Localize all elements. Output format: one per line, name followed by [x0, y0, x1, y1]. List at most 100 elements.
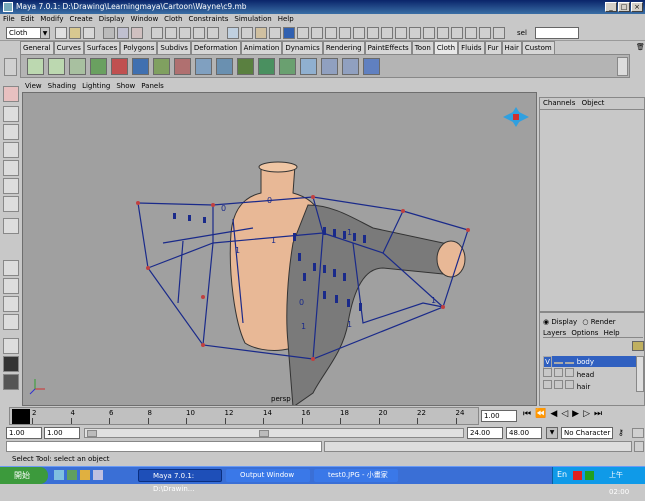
- key-icon[interactable]: ⚷: [618, 428, 630, 438]
- start-local-icon[interactable]: [258, 58, 275, 75]
- layout-custom-icon[interactable]: [3, 374, 19, 390]
- shelf-tab-dynamics[interactable]: Dynamics: [282, 41, 323, 54]
- layer-color-icon[interactable]: [565, 368, 575, 377]
- display-radio-icon[interactable]: ◉: [543, 318, 549, 326]
- input-ops-icon[interactable]: [283, 27, 295, 39]
- collision-icon[interactable]: [132, 58, 149, 75]
- shelf-tab-animation[interactable]: Animation: [240, 41, 283, 54]
- step-back-icon[interactable]: ◀: [550, 409, 561, 419]
- layer-color-icon[interactable]: [565, 380, 575, 389]
- lasso-tool-icon[interactable]: [3, 106, 19, 122]
- layer-type-toggle[interactable]: [554, 368, 564, 377]
- layers-menu[interactable]: Layers: [543, 329, 566, 337]
- shelf-tab-hair[interactable]: Hair: [501, 41, 522, 54]
- tool-icon-12[interactable]: [465, 27, 477, 39]
- menu-display[interactable]: Display: [96, 14, 128, 25]
- layer-row-body[interactable]: V body: [543, 356, 637, 369]
- menu-cloth[interactable]: Cloth: [161, 14, 185, 25]
- panel-menu-shading[interactable]: Shading: [45, 81, 79, 92]
- shelf-tab-curves[interactable]: Curves: [53, 41, 84, 54]
- layer-row-hair[interactable]: hair: [543, 380, 637, 391]
- tool-icon-2[interactable]: [325, 27, 337, 39]
- tool-icon-11[interactable]: [451, 27, 463, 39]
- shelf-tab-general[interactable]: General: [20, 41, 54, 54]
- last-tool-icon[interactable]: [3, 218, 19, 234]
- menu-help[interactable]: Help: [275, 14, 297, 25]
- language-icon[interactable]: En: [557, 470, 567, 479]
- menu-constraints[interactable]: Constraints: [185, 14, 231, 25]
- folder-icon[interactable]: [80, 470, 90, 480]
- channel-box-toggle-icon[interactable]: [617, 27, 629, 39]
- options-menu[interactable]: Options: [568, 329, 598, 337]
- rotate-tool-icon[interactable]: [3, 160, 19, 176]
- delete-cloth-icon[interactable]: [111, 58, 128, 75]
- time-slider-track[interactable]: 2 4 6 8 10 12 14 16 18 20 22 24: [9, 407, 479, 425]
- minimize-button[interactable]: _: [605, 2, 617, 12]
- object-menu[interactable]: Object: [578, 99, 605, 107]
- truncate-cache-icon[interactable]: [342, 58, 359, 75]
- tool-icon[interactable]: [311, 27, 323, 39]
- shelf-scrollbar[interactable]: [617, 57, 628, 76]
- anim-prefs-icon[interactable]: [632, 428, 644, 438]
- desktop-icon[interactable]: [67, 470, 77, 480]
- panel-menu-view[interactable]: View: [22, 81, 45, 92]
- channels-menu[interactable]: Channels: [543, 99, 575, 107]
- tool-icon-3[interactable]: [339, 27, 351, 39]
- shelf-tab-deformation[interactable]: Deformation: [190, 41, 241, 54]
- layout-four-icon[interactable]: [3, 278, 19, 294]
- shelf-tab-toon[interactable]: Toon: [411, 41, 434, 54]
- tool-icon-5[interactable]: [367, 27, 379, 39]
- tool-icon-14[interactable]: [493, 27, 505, 39]
- trash-icon[interactable]: 🗑: [634, 41, 645, 53]
- character-set-dropdown[interactable]: No Character Set: [561, 427, 613, 448]
- snap-point-icon[interactable]: [179, 27, 191, 39]
- menu-create[interactable]: Create: [66, 14, 95, 25]
- network-icon[interactable]: [585, 471, 594, 480]
- layer-type-toggle[interactable]: [554, 380, 564, 389]
- antivirus-icon[interactable]: [573, 471, 582, 480]
- field-icon[interactable]: [174, 58, 191, 75]
- select-object-icon[interactable]: [117, 27, 129, 39]
- snap-grid-icon[interactable]: [151, 27, 163, 39]
- time-slider[interactable]: 2 4 6 8 10 12 14 16 18 20 22 24 1.00 ⏮⏪◀◁▶▷⏭: [0, 406, 645, 426]
- go-to-end-icon[interactable]: ⏭: [594, 409, 606, 419]
- task-paint[interactable]: test0.JPG - 小畫家: [314, 469, 398, 482]
- history-icon[interactable]: [227, 27, 239, 39]
- layer-color-icon[interactable]: [565, 362, 575, 364]
- attribute-editor-toggle-icon[interactable]: [631, 27, 643, 39]
- ipr-render-icon[interactable]: [255, 27, 267, 39]
- range-handle-end[interactable]: [259, 430, 269, 437]
- close-button[interactable]: ×: [631, 2, 643, 12]
- ie-icon[interactable]: [54, 470, 64, 480]
- create-garment-icon[interactable]: [48, 58, 65, 75]
- make-live-icon[interactable]: [207, 27, 219, 39]
- scale-tool-icon[interactable]: [3, 178, 19, 194]
- new-scene-icon[interactable]: [55, 27, 67, 39]
- menu-simulation[interactable]: Simulation: [231, 14, 274, 25]
- render-globals-icon[interactable]: [269, 27, 281, 39]
- shelf-tab-cloth[interactable]: Cloth: [433, 41, 459, 54]
- layout-two-icon[interactable]: [3, 296, 19, 312]
- go-to-start-icon[interactable]: ⏮: [523, 409, 535, 419]
- mesh-constraint-icon[interactable]: [216, 58, 233, 75]
- quick-select-field[interactable]: [535, 27, 579, 39]
- playback-start-field[interactable]: 1.00: [44, 427, 80, 439]
- layout-hypershade-icon[interactable]: [3, 356, 19, 372]
- step-forward-icon[interactable]: ▷: [583, 409, 594, 419]
- start-button[interactable]: 開始: [0, 467, 48, 484]
- snap-curve-icon[interactable]: [165, 27, 177, 39]
- shelf-tab-custom[interactable]: Custom: [521, 41, 555, 54]
- garment-tool-icon[interactable]: [363, 58, 380, 75]
- open-scene-icon[interactable]: [69, 27, 81, 39]
- create-panel-icon[interactable]: [27, 58, 44, 75]
- layout-outliner-icon[interactable]: [3, 314, 19, 330]
- panel-menu-lighting[interactable]: Lighting: [79, 81, 113, 92]
- shelf-tab-fluids[interactable]: Fluids: [458, 41, 485, 54]
- transform-constraint-icon[interactable]: [195, 58, 212, 75]
- layer-name[interactable]: body: [577, 358, 594, 366]
- mel-command-input[interactable]: [6, 441, 322, 452]
- display-mode-label[interactable]: Display: [551, 318, 577, 326]
- new-layer-icon[interactable]: [632, 341, 644, 351]
- shelf-tab-painteffects[interactable]: PaintEffects: [364, 41, 412, 54]
- tool-icon-13[interactable]: [479, 27, 491, 39]
